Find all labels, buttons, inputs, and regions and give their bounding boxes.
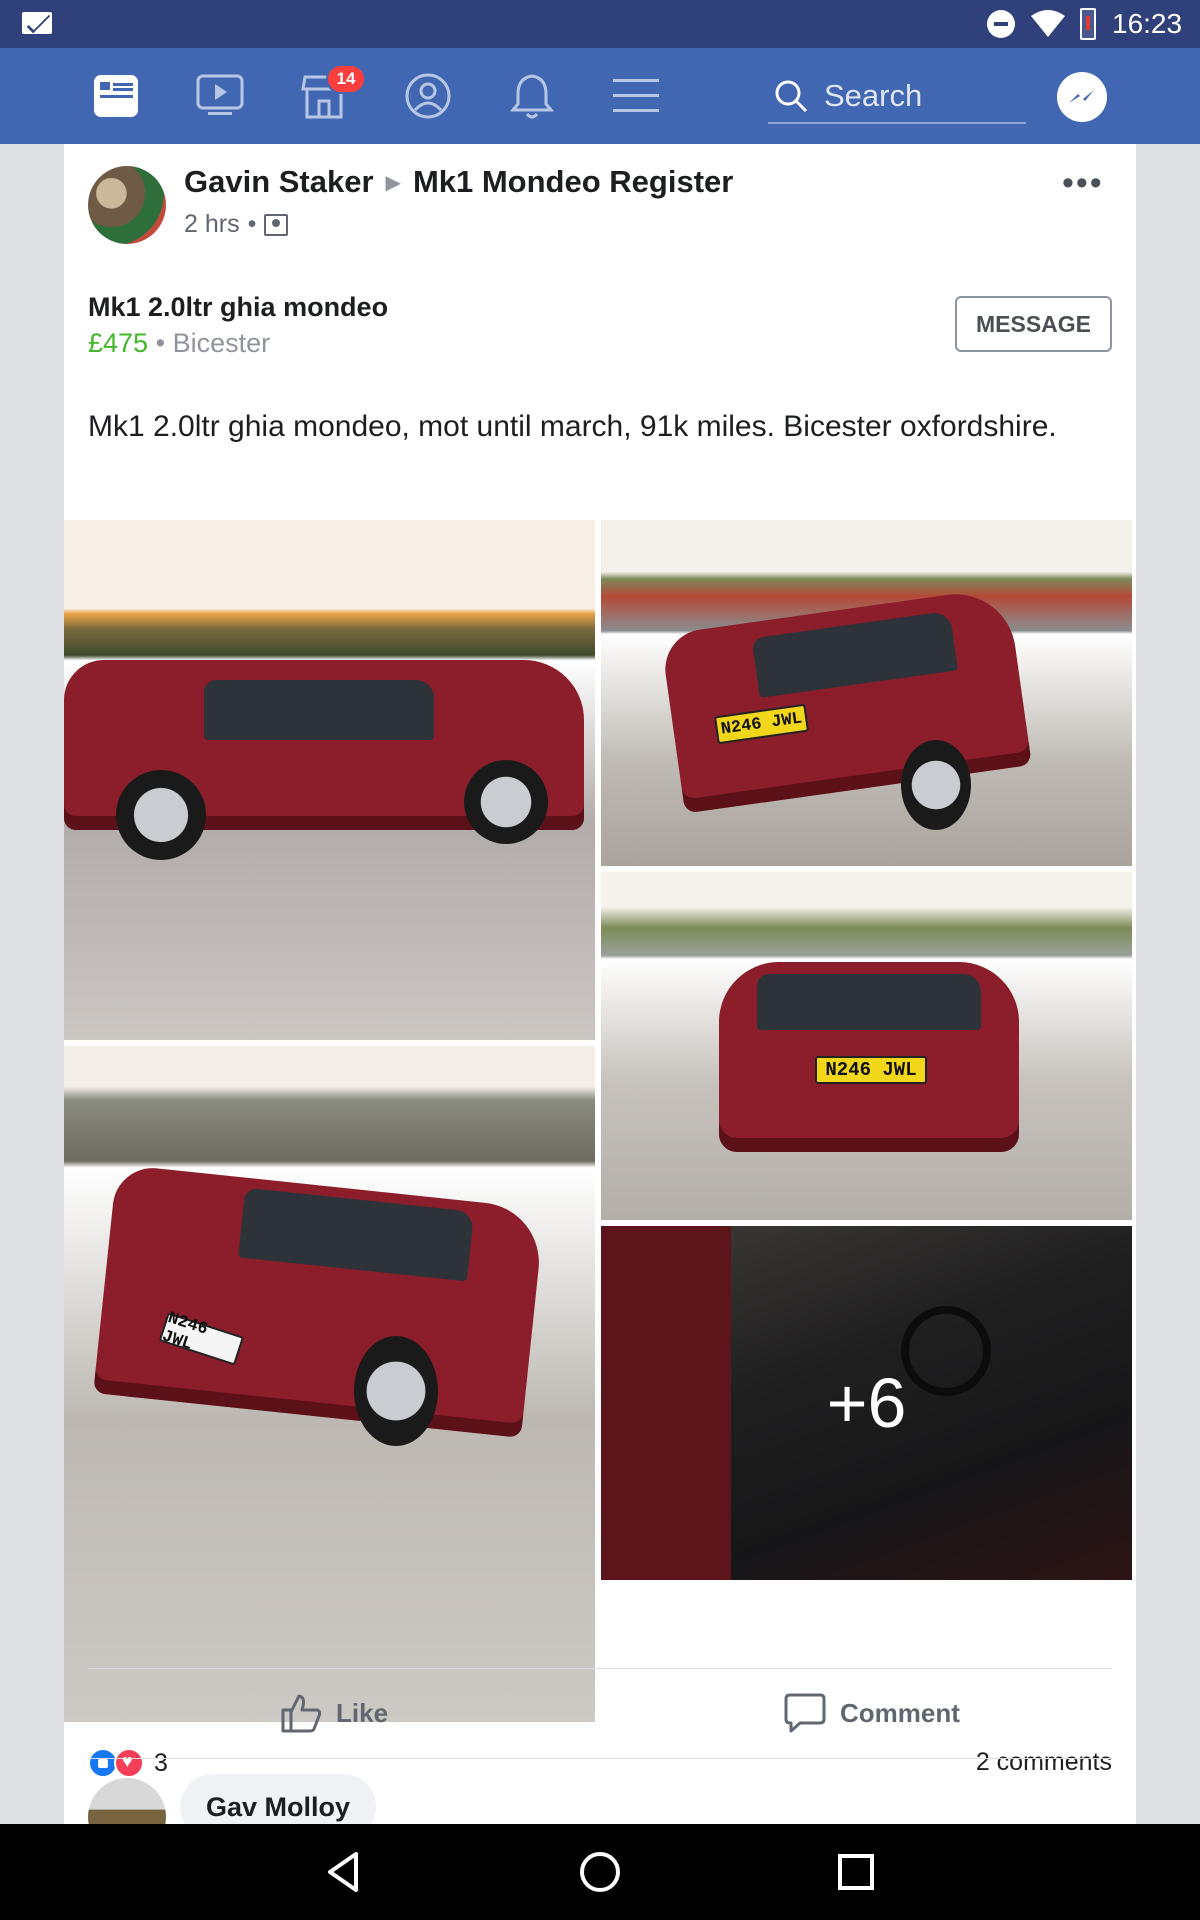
car-wheel: [354, 1336, 438, 1446]
watch-icon[interactable]: [194, 70, 246, 122]
battery-low-icon: [1080, 8, 1096, 40]
love-reaction-icon: [114, 1748, 144, 1778]
photo-rear-view[interactable]: N246 JWL: [601, 872, 1132, 1220]
system-navigation-bar: [0, 1824, 1200, 1920]
notifications-icon[interactable]: [506, 70, 558, 122]
search-icon: [775, 80, 808, 113]
like-label: Like: [336, 1697, 389, 1728]
listing-price-location: £475 • Bicester: [88, 328, 270, 359]
comment-label: Comment: [840, 1697, 960, 1728]
post-meta: 2 hrs •: [184, 210, 289, 239]
post-time[interactable]: 2 hrs: [184, 210, 240, 239]
news-feed-icon[interactable]: [90, 70, 142, 122]
car-window: [238, 1187, 475, 1282]
do-not-disturb-icon: [987, 10, 1015, 38]
profile-icon[interactable]: [402, 70, 454, 122]
group-audience-icon: [264, 213, 289, 236]
photo-side-view[interactable]: [64, 520, 595, 1040]
arrow-right-icon: ▶: [385, 171, 401, 194]
car-window: [757, 974, 981, 1030]
comment-button[interactable]: Comment: [784, 1692, 960, 1734]
photo-grid: N246 JWL N246 JWL N246 JWL +6: [64, 520, 1136, 1722]
divider: [88, 1758, 1112, 1759]
more-options-icon[interactable]: •••: [1062, 164, 1104, 203]
car-body: N246 JWL: [660, 586, 1032, 814]
mail-icon: [22, 12, 52, 34]
status-bar: 16:23: [0, 0, 1200, 48]
message-seller-button[interactable]: MESSAGE: [955, 296, 1112, 352]
commenter-avatar[interactable]: [88, 1778, 166, 1824]
car-window: [751, 610, 958, 698]
rear-plate: N246 JWL: [714, 703, 810, 745]
photo-rear-three-quarter[interactable]: N246 JWL: [601, 520, 1132, 866]
listing-price: £475: [88, 328, 149, 358]
thumbs-up-icon: [281, 1694, 322, 1733]
home-icon[interactable]: [576, 1848, 624, 1896]
top-navigation: 14 Search: [0, 48, 1200, 144]
marketplace-badge: 14: [326, 64, 366, 94]
divider: [88, 1668, 1112, 1669]
meta-separator: •: [247, 210, 257, 238]
status-time: 16:23: [1112, 8, 1183, 39]
post-header: Gavin Staker ▶ Mk1 Mondeo Register: [184, 164, 733, 200]
messenger-icon[interactable]: [1057, 72, 1107, 122]
search-bar[interactable]: Search: [768, 70, 1026, 124]
rear-plate-straight: N246 JWL: [815, 1056, 927, 1084]
group-name[interactable]: Mk1 Mondeo Register: [413, 164, 733, 200]
search-placeholder: Search: [824, 78, 923, 113]
wifi-icon: [1031, 10, 1065, 37]
author-name[interactable]: Gavin Staker: [184, 164, 374, 200]
reactions-summary[interactable]: 3: [88, 1748, 168, 1778]
listing-separator: •: [155, 328, 166, 358]
first-comment-bubble[interactable]: Gav Molloy: [180, 1774, 377, 1824]
post-card: Gavin Staker ▶ Mk1 Mondeo Register 2 hrs…: [64, 144, 1136, 1824]
photo-front-three-quarter[interactable]: N246 JWL: [64, 1046, 595, 1722]
listing-location: Bicester: [172, 328, 271, 358]
more-photos-overlay[interactable]: +6: [601, 1226, 1132, 1580]
back-icon[interactable]: [320, 1848, 368, 1896]
recents-icon[interactable]: [832, 1848, 880, 1896]
post-text: Mk1 2.0ltr ghia mondeo, mot until march,…: [88, 410, 1057, 443]
front-plate: N246 JWL: [158, 1309, 245, 1366]
comment-icon: [784, 1693, 826, 1733]
reactions-count: 3: [154, 1748, 168, 1777]
car-body: N246 JWL: [93, 1164, 545, 1438]
menu-icon[interactable]: [610, 70, 662, 122]
car-wheel: [901, 740, 971, 830]
like-button[interactable]: Like: [280, 1692, 388, 1734]
comments-count[interactable]: 2 comments: [966, 1748, 1112, 1777]
author-avatar[interactable]: [88, 166, 166, 244]
car-body: N246 JWL: [719, 962, 1019, 1152]
car-window: [204, 680, 434, 740]
car-wheel: [116, 770, 206, 860]
car-wheel: [464, 760, 548, 844]
listing-title: Mk1 2.0ltr ghia mondeo: [88, 292, 389, 322]
commenter-name[interactable]: Gav Molloy: [206, 1792, 350, 1823]
